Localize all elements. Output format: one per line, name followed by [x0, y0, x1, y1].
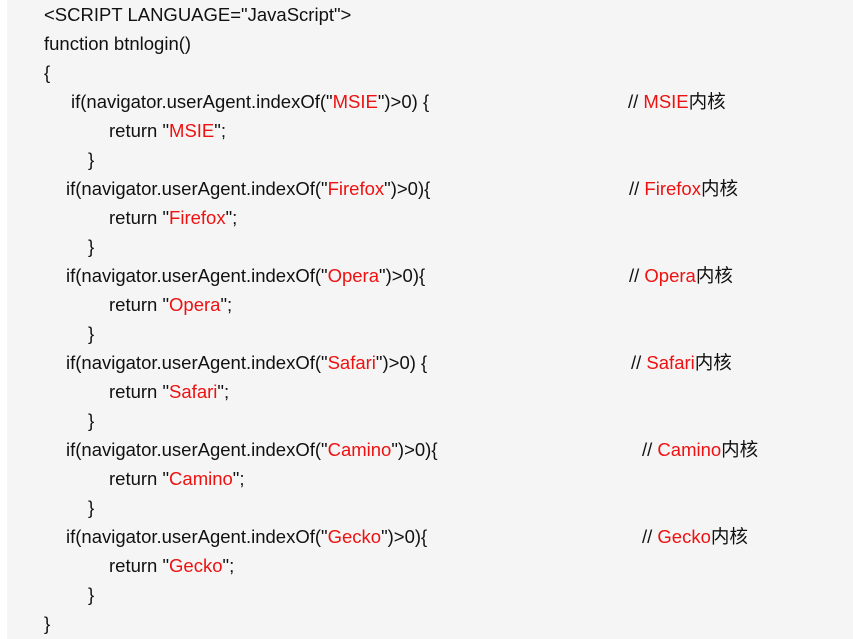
browser-name: Camino: [327, 439, 392, 460]
return-statement: return "Camino";: [109, 468, 245, 489]
if-statement: if(navigator.userAgent.indexOf("Opera")>…: [66, 265, 426, 286]
if-close-brace: }: [88, 236, 95, 257]
code-block: <SCRIPT LANGUAGE="JavaScript"> function …: [7, 0, 853, 639]
if-statement: if(navigator.userAgent.indexOf("Gecko")>…: [66, 526, 428, 547]
code-comment: // Camino内核: [642, 439, 759, 460]
return-statement: return "Safari";: [109, 381, 230, 402]
if-statement: if(navigator.userAgent.indexOf("Firefox"…: [66, 178, 431, 199]
function-close-brace: }: [44, 613, 51, 634]
if-statement: if(navigator.userAgent.indexOf("MSIE")>0…: [71, 91, 430, 112]
if-statement: if(navigator.userAgent.indexOf("Camino")…: [66, 439, 438, 460]
if-close-brace: }: [88, 410, 95, 431]
code-comment: // Gecko内核: [642, 526, 748, 547]
if-close-brace: }: [88, 497, 95, 518]
if-close-brace: }: [88, 323, 95, 344]
return-statement: return "Firefox";: [109, 207, 238, 228]
return-statement: return "MSIE";: [109, 120, 226, 141]
if-close-brace: }: [88, 584, 95, 605]
code-comment: // MSIE内核: [628, 91, 726, 112]
script-tag-line: <SCRIPT LANGUAGE="JavaScript">: [44, 4, 352, 25]
return-statement: return "Gecko";: [109, 555, 235, 576]
code-comment: // Safari内核: [631, 352, 732, 373]
browser-name: Gecko: [327, 526, 382, 547]
browser-name: Safari: [327, 352, 376, 373]
browser-name: MSIE: [332, 91, 378, 112]
browser-name: Firefox: [327, 178, 385, 199]
code-comment: // Opera内核: [629, 265, 733, 286]
return-statement: return "Opera";: [109, 294, 233, 315]
function-declaration: function btnlogin(): [44, 33, 192, 54]
function-open-brace: {: [44, 62, 51, 83]
browser-name: Opera: [327, 265, 380, 286]
if-statement: if(navigator.userAgent.indexOf("Safari")…: [66, 352, 428, 373]
code-comment: // Firefox内核: [629, 178, 738, 199]
if-close-brace: }: [88, 149, 95, 170]
